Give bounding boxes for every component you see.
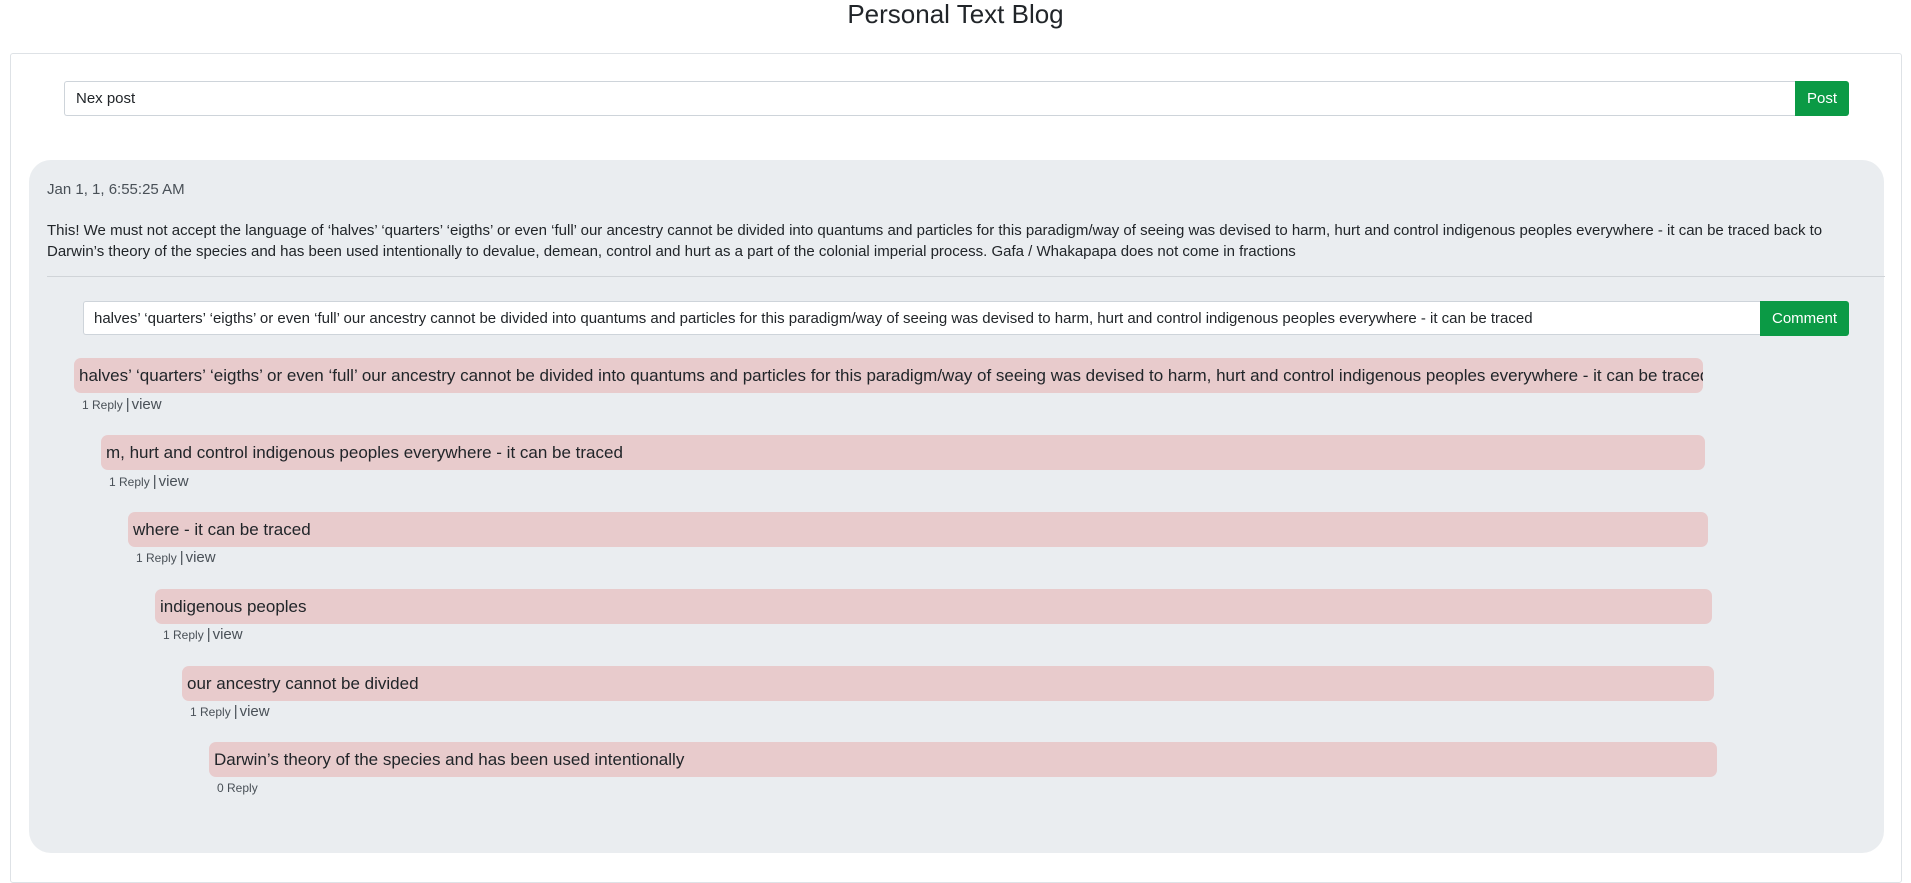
reply-separator: | xyxy=(125,396,130,413)
post-body: This! We must not accept the language of… xyxy=(47,222,1823,260)
reply-separator: | xyxy=(233,703,238,720)
view-link[interactable]: view xyxy=(132,396,162,413)
comment-form: Comment xyxy=(83,301,1849,336)
new-post-input[interactable] xyxy=(64,81,1795,116)
view-link[interactable]: view xyxy=(186,549,216,566)
reply-meta: 1 Reply | view xyxy=(82,396,162,413)
reply-count: 1 Reply xyxy=(163,628,204,642)
post-date: Jan 1, 1, 6:55:25 AM xyxy=(47,181,185,198)
view-link[interactable]: view xyxy=(159,473,189,490)
reply-meta: 1 Reply | view xyxy=(109,473,189,490)
page-title: Personal Text Blog xyxy=(847,0,1064,29)
reply-text: m, hurt and control indigenous peoples e… xyxy=(101,435,1705,470)
reply-separator: | xyxy=(206,626,211,643)
reply-separator: | xyxy=(152,473,157,490)
reply-count: 1 Reply xyxy=(109,475,150,489)
view-link[interactable]: view xyxy=(240,703,270,720)
comment-input[interactable] xyxy=(83,301,1760,335)
reply-count: 1 Reply xyxy=(82,398,123,412)
reply-count: 1 Reply xyxy=(190,705,231,719)
reply-meta: 0 Reply xyxy=(217,781,258,795)
post-divider xyxy=(47,276,1885,277)
reply-text: halves’ ‘quarters’ ‘eigths’ or even ‘ful… xyxy=(74,358,1703,393)
comment-button[interactable]: Comment xyxy=(1760,301,1849,336)
post-button[interactable]: Post xyxy=(1795,81,1849,116)
reply-count: 1 Reply xyxy=(136,551,177,565)
reply-meta: 1 Reply | view xyxy=(190,703,270,720)
reply-text: indigenous peoples xyxy=(155,589,1712,624)
reply-meta: 1 Reply | view xyxy=(163,626,243,643)
reply-text: where - it can be traced xyxy=(128,512,1708,547)
reply-separator: | xyxy=(179,549,184,566)
reply-text: Darwin’s theory of the species and has b… xyxy=(209,742,1717,777)
reply-meta: 1 Reply | view xyxy=(136,549,216,566)
new-post-form: Post xyxy=(64,81,1849,116)
view-link[interactable]: view xyxy=(213,626,243,643)
reply-text: our ancestry cannot be divided xyxy=(182,666,1714,701)
reply-count: 0 Reply xyxy=(217,781,258,795)
